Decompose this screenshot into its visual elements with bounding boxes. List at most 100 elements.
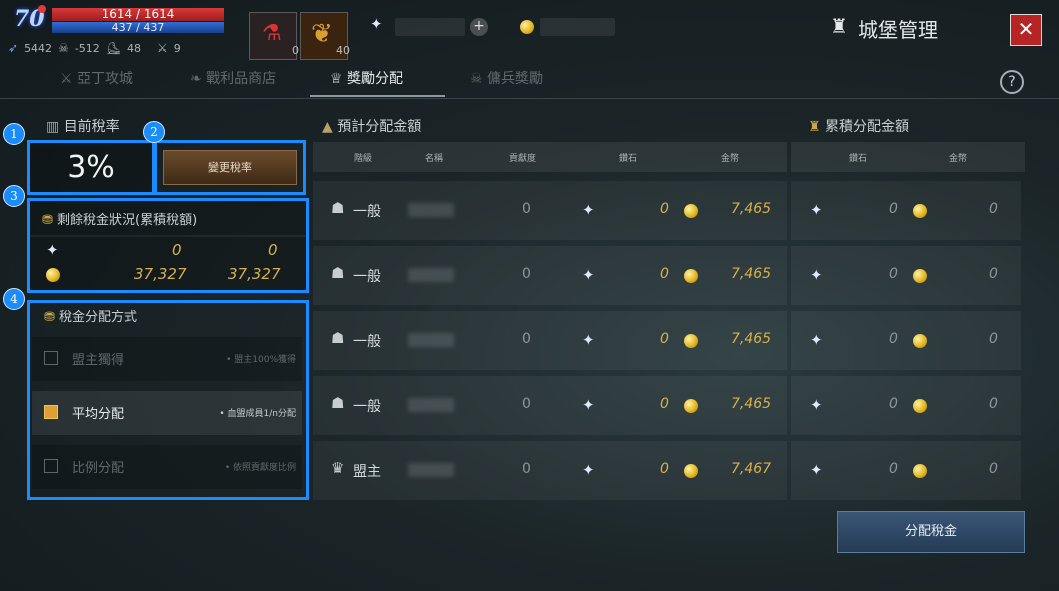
helmet-icon: ☗	[331, 264, 345, 282]
accumulated-gold: 0	[989, 461, 998, 477]
gold-coin-icon	[913, 399, 927, 413]
estimated-diamond: 0	[660, 331, 669, 347]
crystal-icon: ✦	[46, 241, 59, 259]
contribution: 0	[522, 201, 531, 217]
crystal-icon: ✦	[810, 331, 823, 349]
coins-icon: ⛃	[42, 213, 53, 228]
siege-icon: ⚔	[60, 71, 73, 87]
leaf-slot[interactable]: ❦ 40	[300, 12, 350, 60]
estimated-diamond: 0	[660, 461, 669, 477]
gold-amount-bar	[540, 18, 615, 36]
close-button[interactable]: ✕	[1010, 14, 1042, 46]
callout-badge-3: 3	[3, 185, 25, 207]
helmet-icon: ☗	[331, 199, 345, 217]
remain-gold-a: 37,327	[134, 265, 187, 283]
callout-badge-1: 1	[3, 123, 25, 145]
help-button[interactable]: ?	[1000, 70, 1024, 94]
estimated-header: ▲ 預計分配金額	[322, 119, 422, 135]
accumulated-diamond: 0	[889, 201, 898, 217]
accumulated-diamond: 0	[889, 331, 898, 347]
distribution-header: ⛃ 稅金分配方式	[44, 310, 138, 325]
mercenary-icon: ☠	[470, 71, 483, 87]
gold-coin-icon	[684, 269, 698, 283]
checkbox[interactable]	[44, 405, 58, 419]
estimated-gold: 7,465	[731, 396, 772, 412]
gold-coin-icon	[684, 464, 698, 478]
player-stats: ➶ 5442 ☠ -512 ⛸ 48 ⚔ 9	[8, 41, 181, 55]
money-bag-icon: ♜	[808, 119, 821, 135]
checkbox[interactable]	[44, 459, 58, 473]
tab-reward-distribution[interactable]: ♕ 獎勵分配	[330, 68, 403, 88]
potion-icon: ⚗	[262, 21, 282, 46]
change-rate-highlight: 變更稅率	[154, 140, 306, 195]
table-row: ☗ 一般 0 ✦ 0 7,465 ✦ 0 0	[313, 181, 1021, 240]
remaining-tax-panel: ⛃ 剩餘稅金狀況(累積稅額) ✦ 0 0 37,327 37,327	[27, 198, 309, 293]
estimated-gold: 7,465	[731, 201, 772, 217]
boot-icon: ⛸	[105, 41, 122, 55]
distribution-method-panel: ⛃ 稅金分配方式 盟主獨得 • 盟主100%獲得 平均分配 • 血盟成員1/n分…	[27, 300, 309, 500]
pyramid-icon: ▲	[322, 119, 333, 135]
tab-loot-shop[interactable]: ❧ 戰利品商店	[190, 68, 276, 88]
tab-mercenary-reward[interactable]: ☠ 傭兵獎勵	[470, 68, 543, 88]
crystal-amount-bar	[395, 18, 465, 36]
rate-header: ▥ 目前稅率	[46, 119, 120, 135]
castle-icon: ♜	[830, 14, 848, 38]
mp-bar: 437 / 437	[52, 22, 224, 33]
crystal-icon: ✦	[810, 396, 823, 414]
option-equal-split[interactable]: 平均分配 • 血盟成員1/n分配	[32, 391, 302, 435]
estimated-gold: 7,465	[731, 266, 772, 282]
crystal-icon: ✦	[582, 461, 595, 479]
estimated-gold: 7,467	[731, 461, 772, 477]
tab-bar: ⚔ 亞丁攻城 ❧ 戰利品商店 ♕ 獎勵分配 ☠ 傭兵獎勵	[0, 62, 1059, 99]
change-rate-button[interactable]: 變更稅率	[163, 150, 297, 185]
gold-coin-icon	[913, 334, 927, 348]
contribution: 0	[522, 461, 531, 477]
crystal-currency-icon: ✦	[370, 15, 383, 33]
potion-slot[interactable]: ⚗ 0	[249, 12, 299, 60]
gold-coin-icon	[913, 269, 927, 283]
table-row: ☗ 一般 0 ✦ 0 7,465 ✦ 0 0	[313, 311, 1021, 370]
crystal-icon: ✦	[582, 396, 595, 414]
accumulated-gold: 0	[989, 396, 998, 412]
estimated-column-header: 階級 名稱 貢獻度 鑽石 金幣	[313, 142, 787, 172]
accumulated-header: ♜ 累積分配金額	[808, 119, 910, 135]
shop-icon: ❧	[190, 71, 202, 87]
chart-icon: ▥	[46, 119, 60, 135]
estimated-diamond: 0	[660, 266, 669, 282]
accumulated-diamond: 0	[889, 461, 898, 477]
crystal-icon: ✦	[582, 201, 595, 219]
rank: 一般	[353, 334, 381, 350]
gold-coin-icon	[684, 204, 698, 218]
remain-gold-b: 37,327	[228, 265, 281, 283]
distribute-tax-button[interactable]: 分配稅金	[837, 511, 1025, 553]
option-leader-only[interactable]: 盟主獨得 • 盟主100%獲得	[32, 337, 302, 381]
accumulated-diamond: 0	[889, 396, 898, 412]
swords-icon: ⚔	[157, 41, 168, 55]
remaining-tax-header: ⛃ 剩餘稅金狀況(累積稅額)	[42, 213, 198, 228]
gold-coin-icon	[684, 399, 698, 413]
wing-icon: ➶	[8, 41, 19, 55]
estimated-diamond: 0	[660, 396, 669, 412]
accumulated-gold: 0	[989, 331, 998, 347]
reward-icon: ♕	[330, 71, 343, 87]
checkbox[interactable]	[44, 351, 58, 365]
add-currency-button[interactable]: +	[470, 18, 488, 36]
contribution: 0	[522, 266, 531, 282]
member-name	[408, 268, 454, 282]
skull-icon: ☠	[58, 41, 69, 55]
table-row: ☗ 一般 0 ✦ 0 7,465 ✦ 0 0	[313, 246, 1021, 305]
crystal-icon: ✦	[810, 201, 823, 219]
accumulated-diamond: 0	[889, 266, 898, 282]
gold-currency-icon	[520, 16, 534, 35]
option-proportional[interactable]: 比例分配 • 依照貢獻度比例	[32, 445, 302, 489]
gold-coin-icon	[684, 334, 698, 348]
rank: 一般	[353, 399, 381, 415]
rank: 盟主	[353, 464, 381, 480]
gold-coin-icon	[913, 204, 927, 218]
tab-aden-siege[interactable]: ⚔ 亞丁攻城	[60, 68, 133, 88]
helmet-icon: ☗	[331, 329, 345, 347]
contribution: 0	[522, 331, 531, 347]
active-tab-indicator	[310, 95, 445, 97]
table-row: ☗ 一般 0 ✦ 0 7,465 ✦ 0 0	[313, 376, 1021, 435]
contribution: 0	[522, 396, 531, 412]
